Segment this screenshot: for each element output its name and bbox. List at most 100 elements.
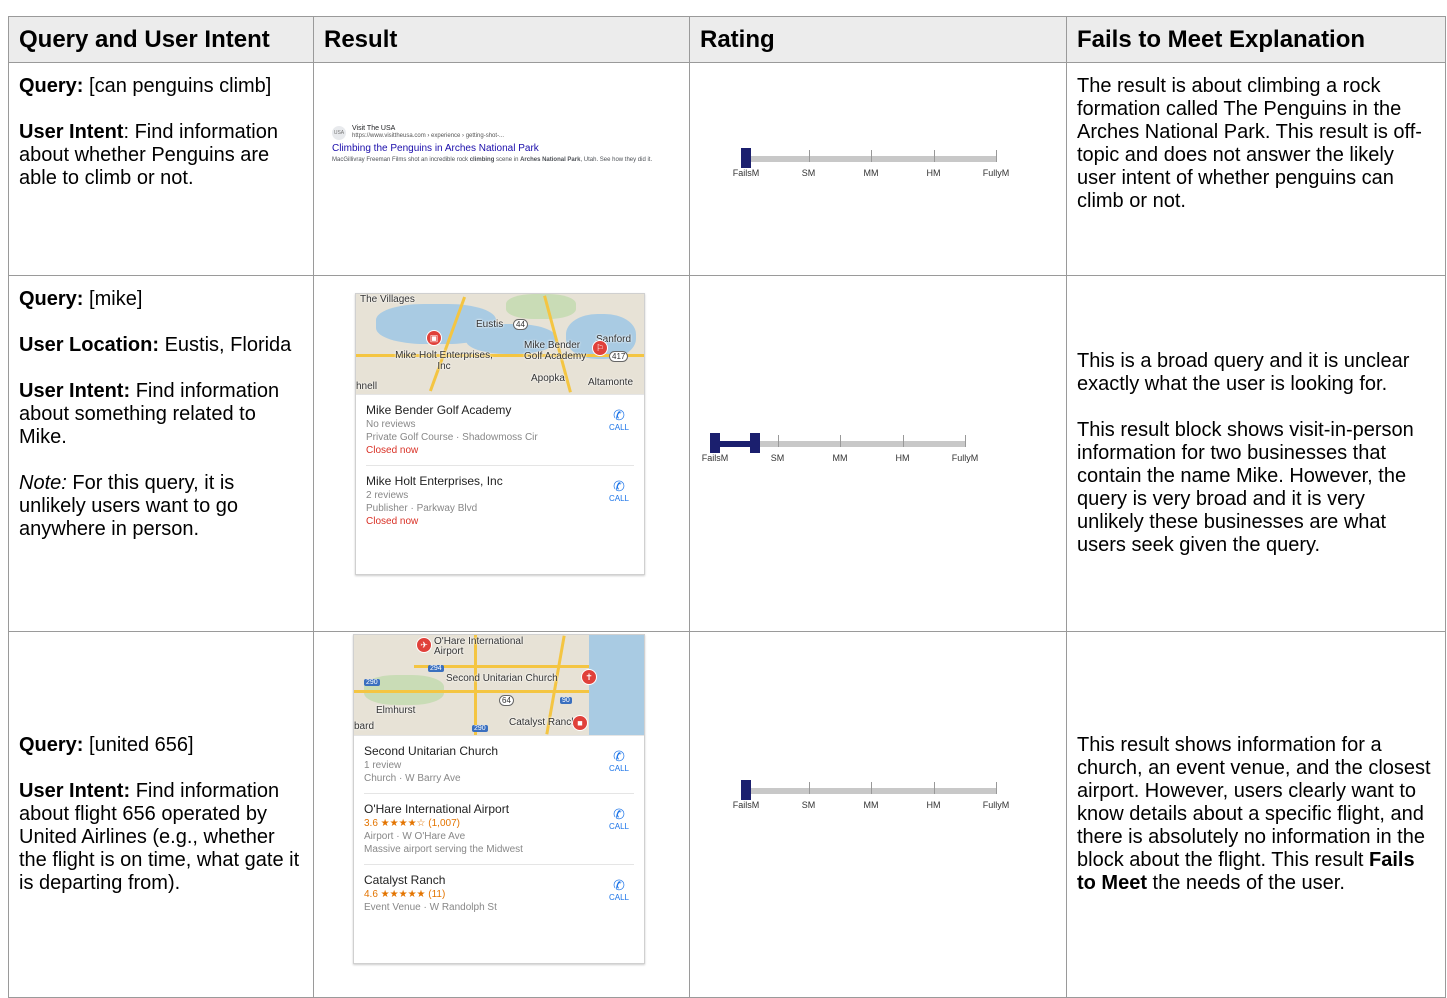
business-pin-icon[interactable]: ▣ <box>426 330 442 346</box>
slider-label: FailsM <box>732 800 760 810</box>
header-query: Query and User Intent <box>8 16 314 63</box>
list-item[interactable]: Catalyst Ranch 4.6 ★★★★★ (11) Event Venu… <box>364 864 634 922</box>
query-cell: Query: [mike] User Location: Eustis, Flo… <box>8 275 314 632</box>
slider-label: FailsM <box>732 168 760 178</box>
explanation-text: This result shows information for a chur… <box>1077 734 1431 894</box>
map-image[interactable]: ✈ O'Hare International Airport 294 290 S… <box>354 635 644 735</box>
venue-pin-icon[interactable]: ■ <box>572 715 588 731</box>
call-button[interactable]: ✆ CALL <box>604 407 634 432</box>
location-line: User Location: Eustis, Florida <box>19 334 303 357</box>
local-results-card: The Villages Eustis 44 Sanford 417 Mike … <box>355 293 645 575</box>
result-description: MacGillivray Freeman Films shot an incre… <box>332 157 653 163</box>
slider-tick <box>871 782 872 794</box>
slider-label: FullyM <box>982 168 1010 178</box>
query-text: [united 656] <box>89 734 194 756</box>
explanation-text: The result is about climbing a rock form… <box>1077 75 1422 212</box>
call-button[interactable]: ✆ CALL <box>604 877 634 902</box>
phone-icon: ✆ <box>613 877 625 893</box>
table-row: Query: [mike] User Location: Eustis, Flo… <box>8 275 1446 632</box>
rating-slider[interactable]: FailsM SM MM HM FullyM <box>732 778 1034 818</box>
rating-cell: FailsM SM MM HM FullyM <box>689 631 1067 998</box>
result-cell: ✈ O'Hare International Airport 294 290 S… <box>313 631 690 998</box>
explanation-text: This result block shows visit-in-person … <box>1077 419 1414 556</box>
location-label: User Location: <box>19 334 160 356</box>
call-button[interactable]: ✆ CALL <box>604 478 634 503</box>
table-row: Query: [united 656] User Intent: Find in… <box>8 631 1446 998</box>
slider-handle[interactable] <box>715 441 755 447</box>
query-cell: Query: [can penguins climb] User Intent:… <box>8 62 314 276</box>
list-item[interactable]: Second Unitarian Church 1 review Church … <box>354 735 644 793</box>
slider-label: FullyM <box>951 453 979 463</box>
site-favicon-icon: USA <box>332 125 346 140</box>
slider-label: HM <box>926 800 941 810</box>
slider-tick <box>840 435 841 447</box>
slider-label: SM <box>770 453 785 463</box>
query-label: Query: <box>19 288 84 310</box>
slider-label: SM <box>801 800 816 810</box>
slider-label: SM <box>801 168 816 178</box>
map-image[interactable]: The Villages Eustis 44 Sanford 417 Mike … <box>356 294 644 394</box>
header-row: Query and User Intent Result Rating Fail… <box>8 16 1446 63</box>
church-pin-icon[interactable]: ✝ <box>581 669 597 685</box>
header-rating: Rating <box>689 16 1067 63</box>
phone-icon: ✆ <box>613 806 625 822</box>
query-line: Query: [mike] <box>19 288 303 311</box>
star-rating: 4.6 ★★★★★ (11) <box>364 889 446 900</box>
result-cell: The Villages Eustis 44 Sanford 417 Mike … <box>313 275 690 632</box>
rating-cell: FailsM SM MM HM FullyM <box>689 62 1067 276</box>
slider-label: MM <box>863 800 879 810</box>
call-button[interactable]: ✆ CALL <box>604 748 634 773</box>
slider-handle[interactable] <box>741 780 751 800</box>
rating-examples-table: Query and User Intent Result Rating Fail… <box>8 16 1446 998</box>
note-line: Note: For this query, it is unlikely use… <box>19 472 303 541</box>
golf-pin-icon[interactable]: ⚐ <box>592 340 608 356</box>
list-item[interactable]: Mike Bender Golf Academy No reviews Priv… <box>356 394 644 465</box>
query-text: [can penguins climb] <box>89 75 272 97</box>
site-url: https://www.visittheusa.com › experience… <box>352 133 505 139</box>
slider-tick <box>933 782 935 794</box>
star-rating: 3.6 ★★★★☆ (1,007) <box>364 818 460 829</box>
explanation-cell: This result shows information for a chur… <box>1066 631 1446 998</box>
slider-tick <box>996 782 997 794</box>
slider-tick <box>933 150 935 162</box>
slider-handle[interactable] <box>710 433 720 453</box>
query-cell: Query: [united 656] User Intent: Find in… <box>8 631 314 998</box>
intent-label: User Intent: <box>19 780 131 802</box>
result-cell: USA Visit The USA https://www.visittheus… <box>313 62 690 276</box>
slider-label: FullyM <box>982 800 1010 810</box>
slider-tick <box>996 150 997 162</box>
phone-icon: ✆ <box>613 748 625 764</box>
result-title-link[interactable]: Climbing the Penguins in Arches National… <box>332 143 677 154</box>
rating-slider[interactable]: FailsM SM MM HM FullyM <box>701 431 1003 471</box>
intent-label: User Intent: <box>19 380 131 402</box>
slider-handle[interactable] <box>741 148 751 168</box>
query-line: Query: [united 656] <box>19 734 303 757</box>
slider-tick <box>965 435 966 447</box>
explanation-cell: This is a broad query and it is unclear … <box>1066 275 1446 632</box>
header-explanation: Fails to Meet Explanation <box>1066 16 1446 63</box>
phone-icon: ✆ <box>613 478 625 494</box>
intent-line: User Intent: Find information about some… <box>19 380 303 449</box>
call-button[interactable]: ✆ CALL <box>604 806 634 831</box>
slider-tick <box>902 435 904 447</box>
intent-line: User Intent: Find information about flig… <box>19 780 303 895</box>
slider-label: MM <box>832 453 848 463</box>
list-item[interactable]: Mike Holt Enterprises, Inc 2 reviews Pub… <box>366 465 634 536</box>
site-name: Visit The USA <box>352 125 396 132</box>
search-result-snippet[interactable]: USA Visit The USA https://www.visittheus… <box>332 125 677 165</box>
slider-handle[interactable] <box>750 433 760 453</box>
slider-label: HM <box>895 453 910 463</box>
airport-pin-icon[interactable]: ✈ <box>416 637 432 653</box>
slider-label: FailsM <box>701 453 729 463</box>
explanation-cell: The result is about climbing a rock form… <box>1066 62 1446 276</box>
location-text: Eustis, Florida <box>164 334 292 356</box>
query-line: Query: [can penguins climb] <box>19 75 303 98</box>
slider-tick <box>808 150 810 162</box>
table-row: Query: [can penguins climb] User Intent:… <box>8 62 1446 276</box>
rating-cell: FailsM SM MM HM FullyM <box>689 275 1067 632</box>
list-item[interactable]: O'Hare International Airport 3.6 ★★★★☆ (… <box>364 793 634 864</box>
slider-tick <box>808 782 810 794</box>
rating-slider[interactable]: FailsM SM MM HM FullyM <box>732 146 1034 186</box>
phone-icon: ✆ <box>613 407 625 423</box>
slider-label: HM <box>926 168 941 178</box>
